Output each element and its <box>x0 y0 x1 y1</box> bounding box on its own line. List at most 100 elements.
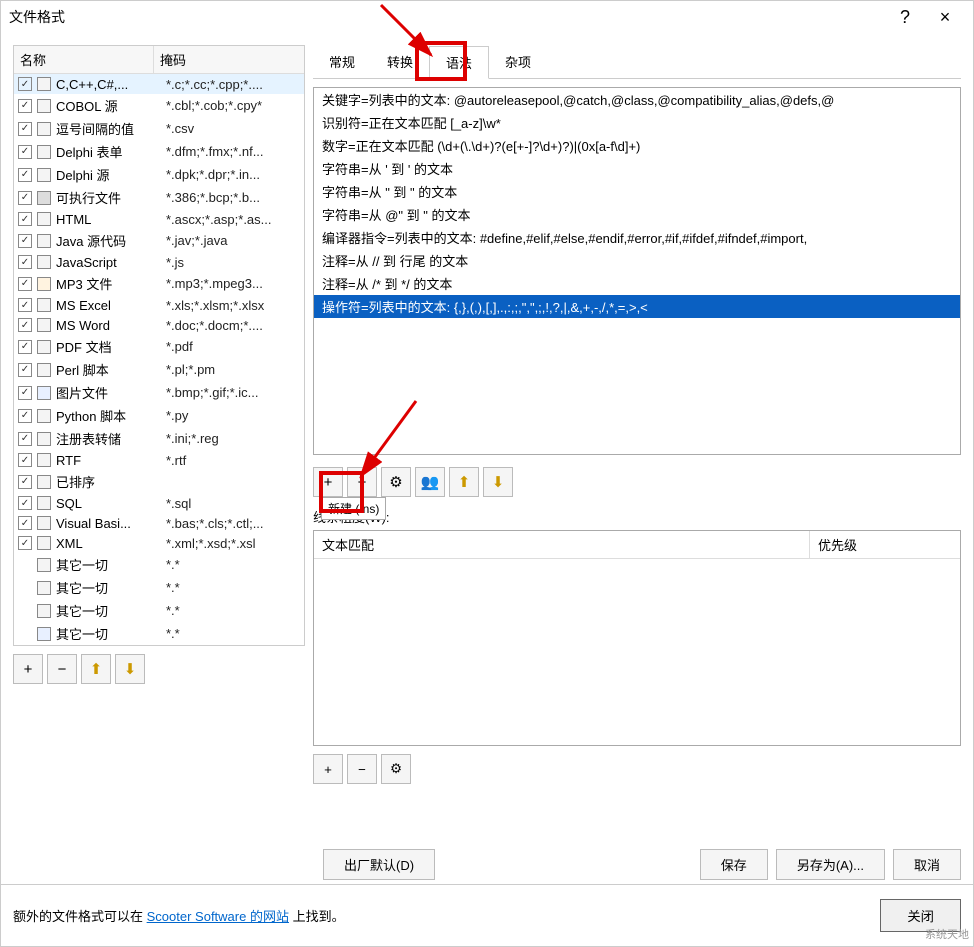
move-up-button[interactable]: ⬆ <box>81 654 111 684</box>
rule-line[interactable]: 数字=正在文本匹配 (\d+(\.\d+)?(e[+-]?\d+)?)|(0x[… <box>314 134 960 157</box>
help-button[interactable]: ? <box>885 7 925 28</box>
checkbox-icon[interactable] <box>18 516 32 530</box>
list-item-mask: *.bas;*.cls;*.ctl;... <box>166 516 300 531</box>
col-name[interactable]: 名称 <box>14 46 154 73</box>
checkbox-icon[interactable] <box>18 234 32 248</box>
sub-table[interactable]: 文本匹配 优先级 <box>313 530 961 746</box>
list-item[interactable]: 逗号间隔的值*.csv <box>14 117 304 140</box>
list-item[interactable]: 已排序 <box>14 470 304 493</box>
checkbox-icon[interactable] <box>18 277 32 291</box>
file-icon <box>36 144 52 160</box>
checkbox-icon[interactable] <box>18 191 32 205</box>
rule-line[interactable]: 注释=从 /* 到 */ 的文本 <box>314 272 960 295</box>
save-button[interactable]: 保存 <box>700 849 768 880</box>
list-item[interactable]: XML*.xml;*.xsd;*.xsl <box>14 533 304 553</box>
list-item[interactable]: 其它一切*.* <box>14 553 304 576</box>
checkbox-icon[interactable] <box>18 168 32 182</box>
rule-line[interactable]: 操作符=列表中的文本: {,},(,),[,],.,:,;,",",;,!,?,… <box>314 295 960 318</box>
list-item[interactable]: MP3 文件*.mp3;*.mpeg3... <box>14 272 304 295</box>
sub-remove-button[interactable]: − <box>347 754 377 784</box>
checkbox-icon[interactable] <box>18 496 32 510</box>
list-item[interactable]: 其它一切*.* <box>14 576 304 599</box>
rule-down-button[interactable]: ⬇ <box>483 467 513 497</box>
list-item-mask: *.csv <box>166 121 300 136</box>
list-item[interactable]: 其它一切*.* <box>14 622 304 645</box>
list-item[interactable]: MS Word*.doc;*.docm;*.... <box>14 315 304 335</box>
col-mask[interactable]: 掩码 <box>154 46 304 73</box>
list-item-name: 其它一切 <box>56 555 166 574</box>
list-item[interactable]: Perl 脚本*.pl;*.pm <box>14 358 304 381</box>
add-format-button[interactable]: + <box>13 654 43 684</box>
file-icon <box>36 190 52 206</box>
checkbox-icon[interactable] <box>18 99 32 113</box>
sub-gear-button[interactable]: ⚙ <box>381 754 411 784</box>
tab-general[interactable]: 常规 <box>313 46 371 79</box>
list-item[interactable]: 可执行文件*.386;*.bcp;*.b... <box>14 186 304 209</box>
file-icon <box>36 452 52 468</box>
checkbox-icon[interactable] <box>18 77 32 91</box>
footer-buttons: 出厂默认(D) 保存 另存为(A)... 取消 <box>1 845 973 884</box>
list-item[interactable]: Visual Basi...*.bas;*.cls;*.ctl;... <box>14 513 304 533</box>
list-item-name: RTF <box>56 453 166 468</box>
list-item[interactable]: JavaScript*.js <box>14 252 304 272</box>
list-item-name: SQL <box>56 496 166 511</box>
rule-line[interactable]: 字符串=从 " 到 " 的文本 <box>314 180 960 203</box>
list-item[interactable]: 图片文件*.bmp;*.gif;*.ic... <box>14 381 304 404</box>
annotation-arrow-2 <box>356 401 456 494</box>
list-item[interactable]: PDF 文档*.pdf <box>14 335 304 358</box>
file-icon <box>36 535 52 551</box>
rule-line[interactable]: 字符串=从 @" 到 " 的文本 <box>314 203 960 226</box>
list-item[interactable]: Java 源代码*.jav;*.java <box>14 229 304 252</box>
checkbox-icon[interactable] <box>18 145 32 159</box>
move-down-button[interactable]: ⬇ <box>115 654 145 684</box>
sub-col-priority[interactable]: 优先级 <box>810 531 960 558</box>
checkbox-icon[interactable] <box>18 432 32 446</box>
titlebar: 文件格式 ? × <box>1 1 973 33</box>
checkbox-icon[interactable] <box>18 298 32 312</box>
list-item[interactable]: SQL*.sql <box>14 493 304 513</box>
list-item-mask: *.sql <box>166 496 300 511</box>
list-item[interactable]: Delphi 表单*.dfm;*.fmx;*.nf... <box>14 140 304 163</box>
list-item[interactable]: MS Excel*.xls;*.xlsm;*.xlsx <box>14 295 304 315</box>
checkbox-icon[interactable] <box>18 409 32 423</box>
sub-col-textmatch[interactable]: 文本匹配 <box>314 531 810 558</box>
save-as-button[interactable]: 另存为(A)... <box>776 849 885 880</box>
checkbox-icon[interactable] <box>18 340 32 354</box>
checkbox-icon[interactable] <box>18 318 32 332</box>
list-item[interactable]: Delphi 源*.dpk;*.dpr;*.in... <box>14 163 304 186</box>
list-item[interactable]: HTML*.ascx;*.asp;*.as... <box>14 209 304 229</box>
list-item-name: MS Excel <box>56 298 166 313</box>
checkbox-icon[interactable] <box>18 363 32 377</box>
checkbox-icon[interactable] <box>18 255 32 269</box>
rule-line[interactable]: 字符串=从 ' 到 ' 的文本 <box>314 157 960 180</box>
sub-add-button[interactable]: + <box>313 754 343 784</box>
list-item[interactable]: RTF*.rtf <box>14 450 304 470</box>
sub-buttons: + − ⚙ <box>313 754 961 784</box>
list-item-name: C,C++,C#,... <box>56 77 166 92</box>
checkbox-icon[interactable] <box>18 122 32 136</box>
checkbox-icon[interactable] <box>18 536 32 550</box>
remove-format-button[interactable]: − <box>47 654 77 684</box>
list-item-mask: *.ini;*.reg <box>166 431 300 446</box>
list-item[interactable]: COBOL 源*.cbl;*.cob;*.cpy* <box>14 94 304 117</box>
close-button[interactable]: × <box>925 7 965 28</box>
rules-listbox[interactable]: 关键字=列表中的文本: @autoreleasepool,@catch,@cla… <box>313 87 961 455</box>
checkbox-icon[interactable] <box>18 453 32 467</box>
scooter-link[interactable]: Scooter Software 的网站 <box>147 909 289 924</box>
checkbox-icon[interactable] <box>18 386 32 400</box>
factory-defaults-button[interactable]: 出厂默认(D) <box>323 849 435 880</box>
list-body[interactable]: C,C++,C#,...*.c;*.cc;*.cpp;*....COBOL 源*… <box>14 74 304 645</box>
checkbox-icon[interactable] <box>18 475 32 489</box>
rule-line[interactable]: 编译器指令=列表中的文本: #define,#elif,#else,#endif… <box>314 226 960 249</box>
cancel-button[interactable]: 取消 <box>893 849 961 880</box>
list-item[interactable]: C,C++,C#,...*.c;*.cc;*.cpp;*.... <box>14 74 304 94</box>
rule-line[interactable]: 识别符=正在文本匹配 [_a-z]\w* <box>314 111 960 134</box>
rule-line[interactable]: 关键字=列表中的文本: @autoreleasepool,@catch,@cla… <box>314 88 960 111</box>
tab-misc[interactable]: 杂项 <box>489 46 547 79</box>
rule-line[interactable]: 注释=从 // 到 行尾 的文本 <box>314 249 960 272</box>
list-item[interactable]: 其它一切*.* <box>14 599 304 622</box>
file-icon <box>36 385 52 401</box>
checkbox-icon[interactable] <box>18 212 32 226</box>
list-item[interactable]: Python 脚本*.py <box>14 404 304 427</box>
list-item[interactable]: 注册表转储*.ini;*.reg <box>14 427 304 450</box>
